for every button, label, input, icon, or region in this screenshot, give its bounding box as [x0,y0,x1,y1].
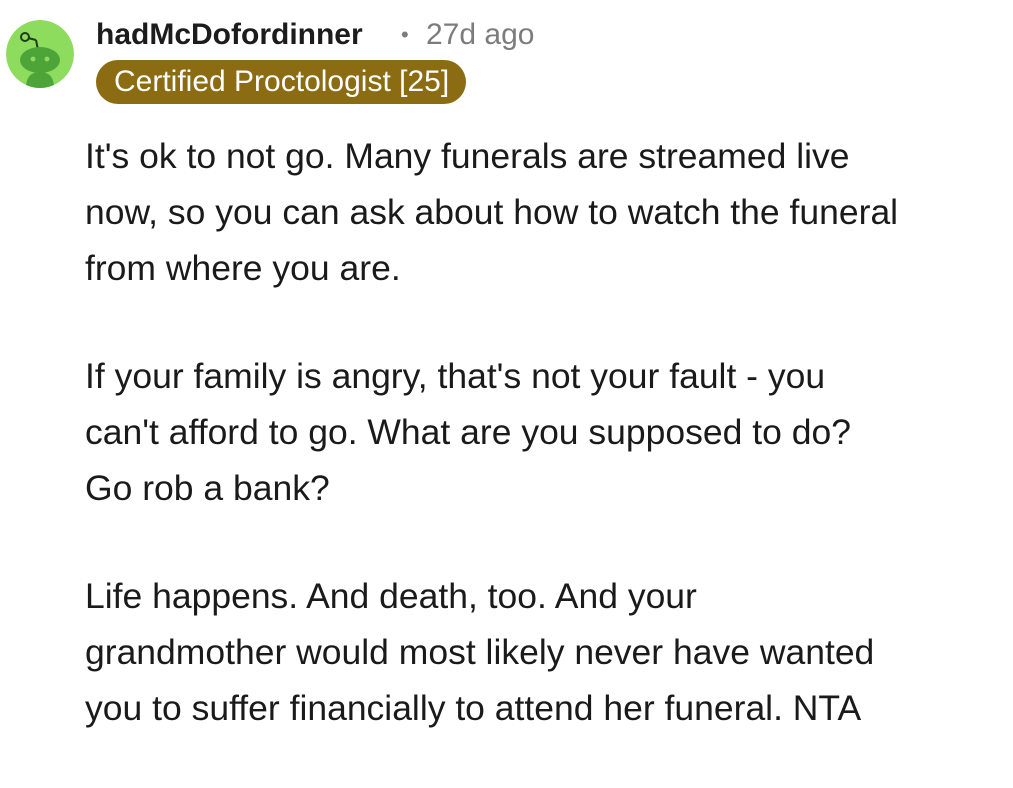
comment-line: Go rob a bank? [85,468,330,508]
comment-line: can't afford to go. What are you suppose… [85,412,851,452]
snoo-avatar-icon [6,20,74,88]
comment-paragraph: Life happens. And death, too. And your g… [85,568,1005,736]
comment-line: you to suffer financially to attend her … [85,688,862,728]
meta-separator: • [401,22,409,47]
user-flair-badge: Certified Proctologist [25] [96,60,467,104]
comment-paragraph: It's ok to not go. Many funerals are str… [85,128,1005,296]
user-avatar[interactable] [6,20,74,88]
username-link[interactable]: hadMcDofordinner [96,17,363,53]
comment-paragraph: If your family is angry, that's not your… [85,348,1005,516]
comment: hadMcDofordinner • 27d ago Certified Pro… [0,0,1013,728]
comment-line: grandmother would most likely never have… [85,632,875,672]
comment-timestamp: 27d ago [426,18,535,51]
comment-line: If your family is angry, that's not your… [85,356,826,396]
comment-line: now, so you can ask about how to watch t… [85,192,899,232]
comment-line: from where you are. [85,248,401,288]
comment-body: It's ok to not go. Many funerals are str… [85,128,1005,788]
comment-line: Life happens. And death, too. And your [85,576,697,616]
comment-line: It's ok to not go. Many funerals are str… [85,136,850,176]
